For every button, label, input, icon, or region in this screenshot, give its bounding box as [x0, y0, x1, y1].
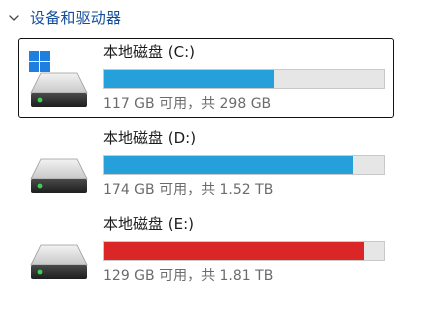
storage-usage-fill — [104, 156, 353, 174]
hard-drive-windows-icon — [27, 49, 91, 113]
drive-item-c[interactable]: 本地磁盘 (C:) 117 GB 可用，共 298 GB — [18, 38, 394, 118]
storage-usage-bar — [103, 69, 385, 89]
storage-usage-bar — [103, 241, 385, 261]
drive-space-text: 117 GB 可用，共 298 GB — [103, 96, 272, 112]
drive-space-text: 174 GB 可用，共 1.52 TB — [103, 182, 274, 198]
drive-name: 本地磁盘 (C:) — [103, 43, 195, 61]
devices-and-drives-panel: 设备和驱动器 本地磁盘 (C:) 117 GB 可用，共 298 GB 本地磁盘… — [0, 0, 435, 318]
drive-item-d[interactable]: 本地磁盘 (D:) 174 GB 可用，共 1.52 TB — [18, 124, 394, 204]
drive-space-text: 129 GB 可用，共 1.81 TB — [103, 268, 274, 284]
chevron-down-icon[interactable] — [6, 10, 22, 26]
hard-drive-icon — [27, 221, 91, 285]
storage-usage-fill — [104, 242, 365, 260]
hard-drive-icon — [27, 135, 91, 199]
storage-usage-fill — [104, 70, 274, 88]
section-header[interactable]: 设备和驱动器 — [6, 7, 121, 29]
drive-name: 本地磁盘 (D:) — [103, 129, 197, 147]
drive-name: 本地磁盘 (E:) — [103, 215, 195, 233]
drive-item-e[interactable]: 本地磁盘 (E:) 129 GB 可用，共 1.81 TB — [18, 210, 394, 290]
section-title: 设备和驱动器 — [30, 9, 122, 27]
storage-usage-bar — [103, 155, 385, 175]
